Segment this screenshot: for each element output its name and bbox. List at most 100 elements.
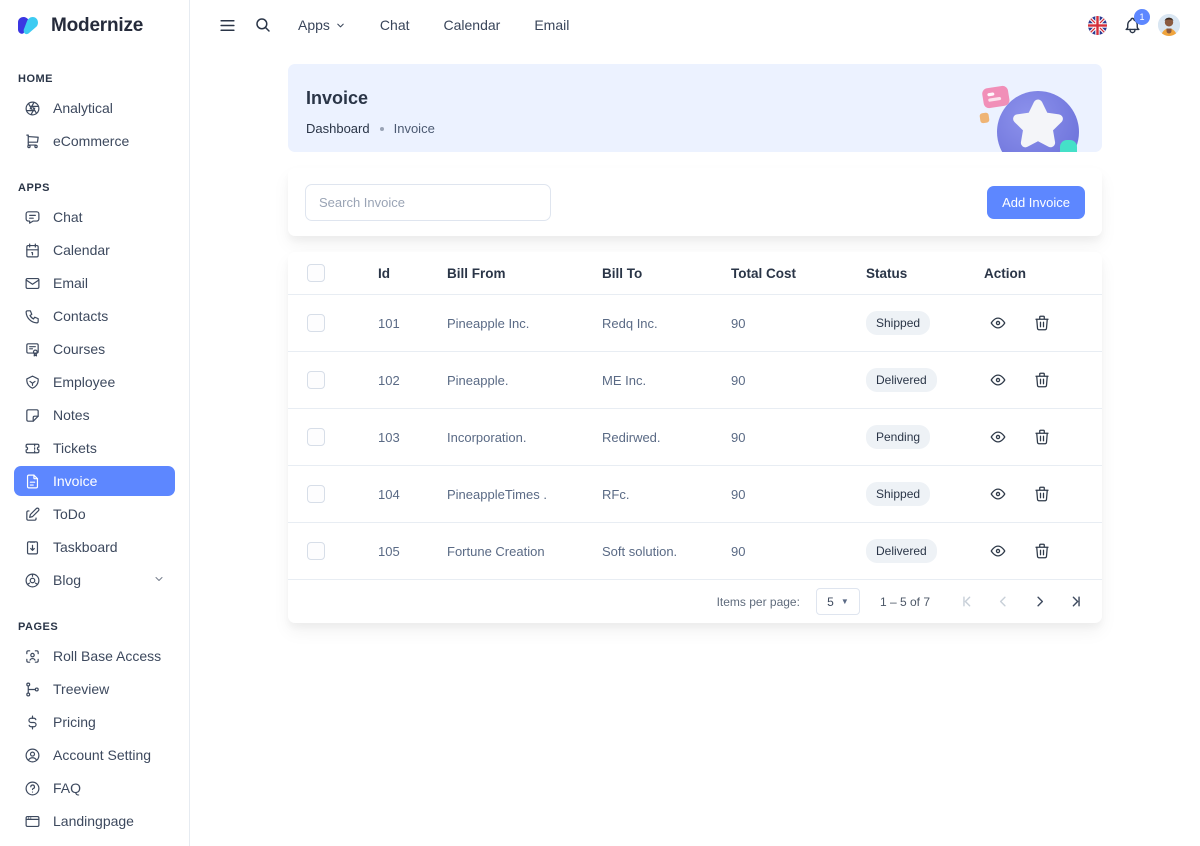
sidebar-item-ecommerce[interactable]: eCommerce (14, 126, 175, 156)
sidebar-item-label: Landingpage (53, 813, 134, 829)
view-icon[interactable] (984, 480, 1012, 508)
trash-icon[interactable] (1028, 480, 1056, 508)
chevron-down-icon (335, 20, 346, 31)
content: Invoice Dashboard Invoice (190, 50, 1200, 623)
last-page-button[interactable] (1062, 589, 1088, 615)
sidebar-item-account-setting[interactable]: Account Setting (14, 740, 175, 770)
sidebar-item-courses[interactable]: Courses (14, 334, 175, 364)
topnav-calendar[interactable]: Calendar (430, 17, 515, 33)
sidebar-item-blog[interactable]: Blog (14, 565, 175, 595)
sidebar-item-chat[interactable]: Chat (14, 202, 175, 232)
sidebar-item-calendar[interactable]: Calendar (14, 235, 175, 265)
app-root: Modernize HOME Analytical eCommerce APPS… (0, 0, 1200, 846)
trash-icon[interactable] (1028, 366, 1056, 394)
sidebar-item-label: Account Setting (53, 747, 151, 763)
trash-icon[interactable] (1028, 537, 1056, 565)
sidebar-item-invoice[interactable]: Invoice (14, 466, 175, 496)
sidebar-item-label: Notes (53, 407, 90, 423)
user-avatar[interactable] (1158, 14, 1180, 36)
header-id: Id (378, 266, 447, 281)
sidebar-item-taskboard[interactable]: Taskboard (14, 532, 175, 562)
sidebar-item-label: Taskboard (53, 539, 118, 555)
row-checkbox[interactable] (307, 371, 325, 389)
row-checkbox[interactable] (307, 542, 325, 560)
next-page-button[interactable] (1026, 589, 1052, 615)
sidebar-item-contacts[interactable]: Contacts (14, 301, 175, 331)
sidebar-item-label: Contacts (53, 308, 108, 324)
search-icon[interactable] (248, 10, 278, 40)
first-page-button[interactable] (954, 589, 980, 615)
sidebar-item-pricing[interactable]: Pricing (14, 707, 175, 737)
view-icon[interactable] (984, 366, 1012, 394)
clipboard-icon (24, 539, 41, 556)
topnav-apps[interactable]: Apps (284, 17, 360, 33)
topnav-email[interactable]: Email (520, 17, 583, 33)
sidebar-item-treeview[interactable]: Treeview (14, 674, 175, 704)
tree-icon (24, 681, 41, 698)
row-checkbox[interactable] (307, 314, 325, 332)
trash-icon[interactable] (1028, 423, 1056, 451)
topnav-chat[interactable]: Chat (366, 17, 424, 33)
invoice-table: Id Bill From Bill To Total Cost Status A… (288, 252, 1102, 623)
sidebar-item-analytical[interactable]: Analytical (14, 93, 175, 123)
status-badge: Pending (866, 425, 930, 449)
pagination: Items per page: 5 ▼ 1 – 5 of 7 (288, 580, 1102, 623)
sidebar-item-faq[interactable]: FAQ (14, 773, 175, 803)
table-row: 101 Pineapple Inc. Redq Inc. 90 Shipped (288, 295, 1102, 352)
cell-bill-from: Pineapple Inc. (447, 316, 602, 331)
topbar: Apps Chat Calendar Email (190, 0, 1200, 50)
cell-bill-from: Incorporation. (447, 430, 602, 445)
cell-bill-to: Redq Inc. (602, 316, 731, 331)
sidebar-item-notes[interactable]: Notes (14, 400, 175, 430)
cell-id: 103 (378, 430, 447, 445)
sidebar-item-roll-base-access[interactable]: Roll Base Access (14, 641, 175, 671)
table-row: 102 Pineapple. ME Inc. 90 Delivered (288, 352, 1102, 409)
add-invoice-button[interactable]: Add Invoice (987, 186, 1085, 219)
sidebar-item-label: Tickets (53, 440, 97, 456)
trash-icon[interactable] (1028, 309, 1056, 337)
courses-icon (24, 341, 41, 358)
table-row: 104 PineappleTimes . RFc. 90 Shipped (288, 466, 1102, 523)
calendar-icon (24, 242, 41, 259)
aperture-icon (24, 100, 41, 117)
page-size-select[interactable]: 5 ▼ (816, 588, 860, 615)
header-bill-from: Bill From (447, 266, 602, 281)
previous-page-button[interactable] (990, 589, 1016, 615)
blog-icon (24, 572, 41, 589)
table-row: 105 Fortune Creation Soft solution. 90 D… (288, 523, 1102, 580)
note-icon (24, 407, 41, 424)
view-icon[interactable] (984, 537, 1012, 565)
sidebar-section-pages: PAGES (18, 621, 189, 633)
main-area: Apps Chat Calendar Email (190, 0, 1200, 846)
view-icon[interactable] (984, 309, 1012, 337)
sidebar-item-label: Employee (53, 374, 115, 390)
header-status: Status (866, 266, 976, 281)
sidebar-item-tickets[interactable]: Tickets (14, 433, 175, 463)
sidebar-item-employee[interactable]: Employee (14, 367, 175, 397)
hamburger-menu-icon[interactable] (212, 10, 242, 40)
cell-bill-from: Pineapple. (447, 373, 602, 388)
cell-total-cost: 90 (731, 316, 866, 331)
sidebar-item-label: Calendar (53, 242, 110, 258)
sidebar-item-label: Chat (53, 209, 83, 225)
sidebar-section-home: HOME (18, 73, 189, 85)
sidebar-item-landingpage[interactable]: Landingpage (14, 806, 175, 836)
sidebar-item-label: FAQ (53, 780, 81, 796)
sidebar-item-todo[interactable]: ToDo (14, 499, 175, 529)
notifications-button[interactable]: 1 (1123, 16, 1142, 35)
invoice-toolbar: Add Invoice (288, 168, 1102, 236)
brand-logo[interactable]: Modernize (0, 0, 189, 37)
view-icon[interactable] (984, 423, 1012, 451)
chevron-down-icon (153, 572, 165, 588)
uk-flag-icon[interactable] (1088, 16, 1107, 35)
dropdown-arrow-icon: ▼ (841, 597, 849, 606)
breadcrumb-dashboard[interactable]: Dashboard (306, 121, 370, 136)
modernize-logo-icon (17, 16, 42, 36)
sidebar-item-email[interactable]: Email (14, 268, 175, 298)
search-invoice-input[interactable] (305, 184, 551, 221)
select-all-checkbox[interactable] (307, 264, 325, 282)
row-checkbox[interactable] (307, 485, 325, 503)
row-checkbox[interactable] (307, 428, 325, 446)
cell-bill-to: RFc. (602, 487, 731, 502)
brand-name: Modernize (51, 15, 143, 37)
